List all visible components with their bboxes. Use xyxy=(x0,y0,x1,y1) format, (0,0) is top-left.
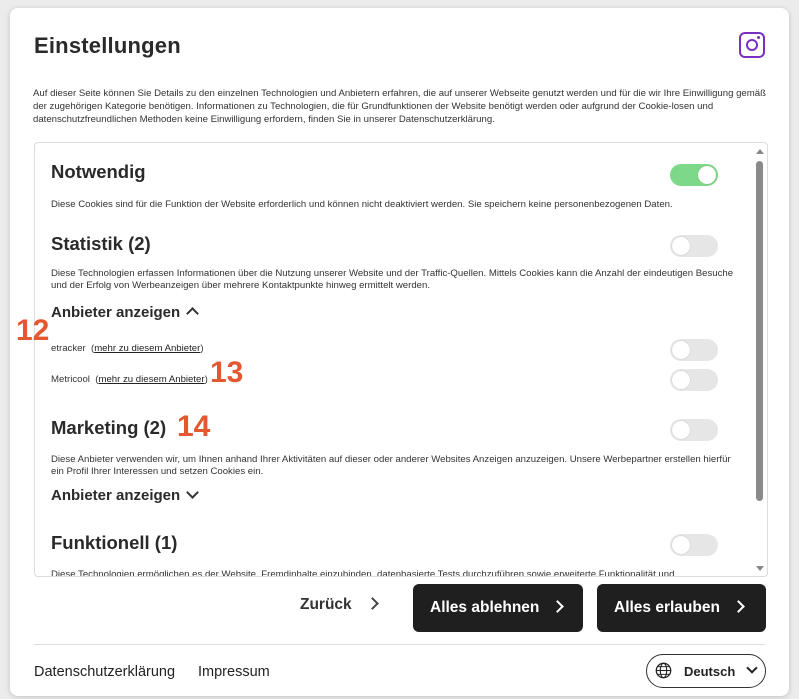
categories-scroll-area[interactable]: Notwendig Diese Cookies sind für die Fun… xyxy=(34,142,768,577)
camera-icon[interactable] xyxy=(739,32,765,58)
chevron-down-icon xyxy=(746,662,758,674)
marketing-vendors-toggle[interactable]: Anbieter anzeigen xyxy=(51,486,200,504)
globe-icon xyxy=(655,662,672,679)
category-functional-title: Funktionell (1) xyxy=(51,532,178,553)
vendors-toggle-label: Anbieter anzeigen xyxy=(51,304,181,321)
vendor-metricool: Metricool (mehr zu diesem Anbieter) xyxy=(51,374,208,385)
vendor-more-link[interactable]: mehr zu diesem Anbieter xyxy=(98,374,204,385)
accept-all-label: Alles erlauben xyxy=(614,599,720,616)
annotation-marker-14: 14 xyxy=(177,410,211,443)
back-button[interactable]: Zurück xyxy=(300,596,379,614)
category-marketing-description: Diese Anbieter verwenden wir, um Ihnen a… xyxy=(51,454,731,477)
footer-divider xyxy=(34,644,765,645)
reject-all-label: Alles ablehnen xyxy=(430,599,540,616)
chevron-up-icon xyxy=(186,307,200,320)
category-necessary-description: Diese Cookies sind für die Funktion der … xyxy=(51,199,673,210)
toggle-knob xyxy=(672,536,690,554)
language-label: Deutsch xyxy=(684,664,736,679)
accept-all-button[interactable]: Alles erlauben xyxy=(597,584,766,632)
imprint-link[interactable]: Impressum xyxy=(198,664,270,680)
toggle-knob xyxy=(672,237,690,255)
category-functional-description: Diese Technologien ermöglichen es der We… xyxy=(51,569,675,577)
back-label: Zurück xyxy=(300,596,352,613)
scroll-up-arrow-icon[interactable] xyxy=(756,149,764,154)
reject-all-button[interactable]: Alles ablehnen xyxy=(413,584,583,632)
chevron-right-icon xyxy=(732,600,745,613)
dialog-title: Einstellungen xyxy=(34,33,181,58)
category-marketing-title: Marketing (2) xyxy=(51,417,167,438)
vendor-name: etracker xyxy=(51,343,86,354)
consent-settings-dialog: Einstellungen Auf dieser Seite können Si… xyxy=(10,8,789,696)
language-select[interactable]: Deutsch xyxy=(646,654,766,688)
vendors-toggle-label: Anbieter anzeigen xyxy=(51,487,181,504)
category-statistics-title: Statistik (2) xyxy=(51,233,151,254)
camera-lens xyxy=(746,39,758,51)
category-necessary-toggle[interactable] xyxy=(670,164,718,186)
scrollbar-thumb[interactable] xyxy=(756,161,763,501)
category-necessary-title: Notwendig xyxy=(51,161,146,182)
annotation-marker-12: 12 xyxy=(16,314,50,347)
vendor-etracker-toggle[interactable] xyxy=(670,339,718,361)
toggle-knob xyxy=(698,166,716,184)
statistics-vendors-toggle[interactable]: Anbieter anzeigen xyxy=(51,304,200,321)
toggle-knob xyxy=(672,341,690,359)
intro-text: Auf dieser Seite können Sie Details zu d… xyxy=(33,88,766,125)
chevron-down-icon xyxy=(186,486,200,499)
toggle-knob xyxy=(672,371,690,389)
category-functional-toggle[interactable] xyxy=(670,534,718,556)
vendor-etracker: etracker (mehr zu diesem Anbieter) xyxy=(51,343,204,354)
camera-dot xyxy=(757,36,760,39)
privacy-policy-link[interactable]: Datenschutzerklärung xyxy=(34,664,175,680)
vendor-more-link[interactable]: mehr zu diesem Anbieter xyxy=(94,343,200,354)
category-statistics-toggle[interactable] xyxy=(670,235,718,257)
toggle-knob xyxy=(672,421,690,439)
category-marketing-toggle[interactable] xyxy=(670,419,718,441)
chevron-right-icon xyxy=(365,597,379,610)
annotation-marker-13: 13 xyxy=(210,356,244,389)
vendor-name: Metricool xyxy=(51,374,90,385)
vendor-metricool-toggle[interactable] xyxy=(670,369,718,391)
chevron-right-icon xyxy=(551,600,565,613)
scroll-down-arrow-icon[interactable] xyxy=(756,566,764,571)
category-statistics-description: Diese Technologien erfassen Informatione… xyxy=(51,268,734,291)
